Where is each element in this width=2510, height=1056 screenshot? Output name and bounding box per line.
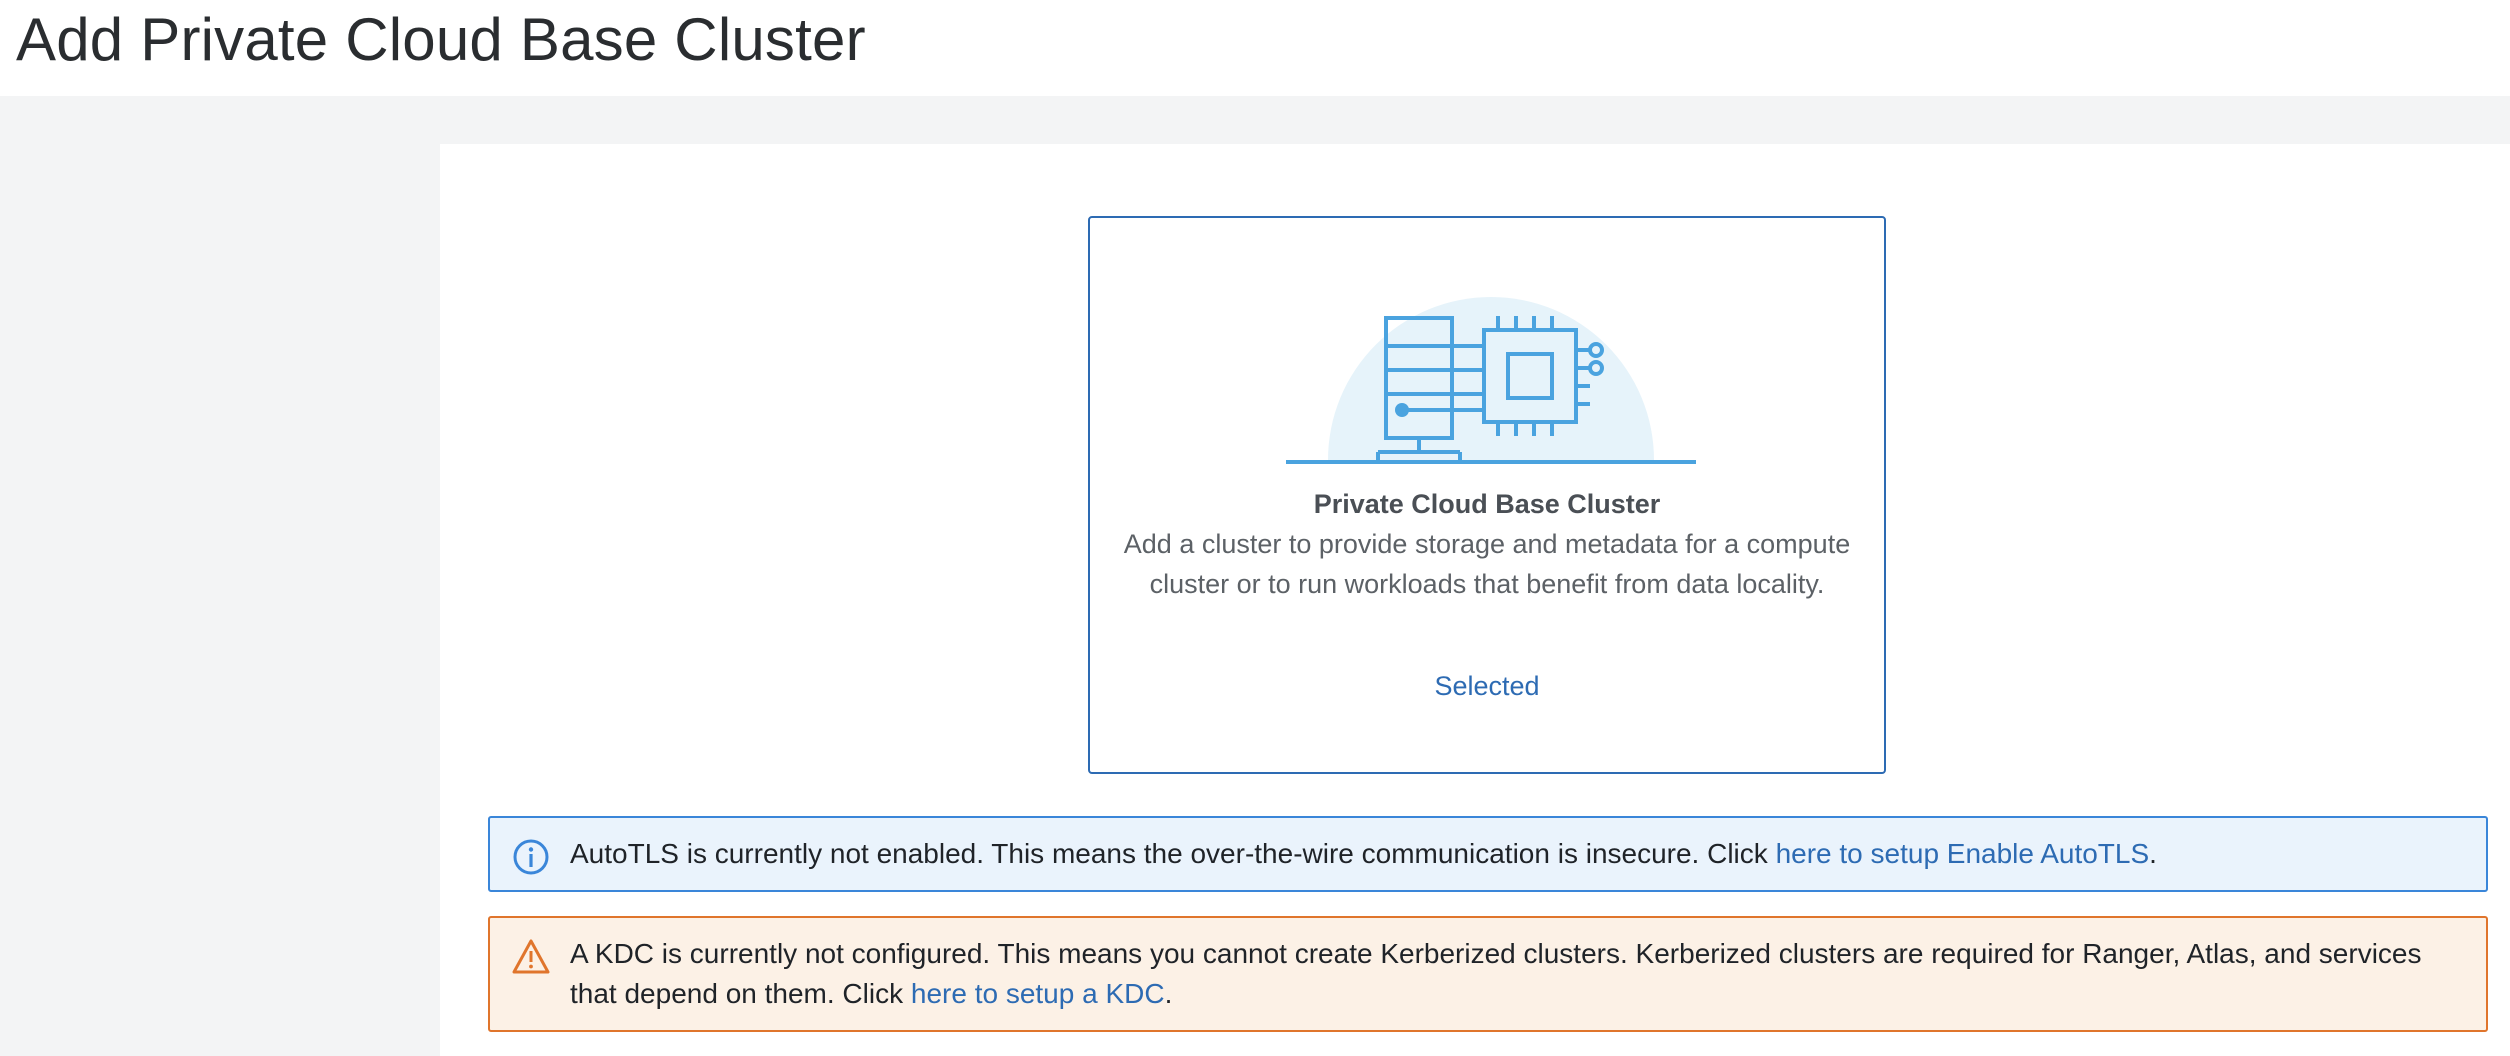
autotls-alert-suffix: . [2149, 838, 2157, 869]
page-title: Add Private Cloud Base Cluster [16, 6, 866, 73]
page-header: Add Private Cloud Base Cluster [0, 0, 2510, 96]
card-selected-status: Selected [1434, 671, 1540, 701]
warning-triangle-icon [512, 939, 550, 974]
cluster-type-card[interactable]: Private Cloud Base Cluster Add a cluster… [1088, 216, 1886, 774]
kdc-alert-message: A KDC is currently not configured. This … [570, 938, 2422, 1009]
enable-autotls-link[interactable]: here to setup Enable AutoTLS [1776, 838, 2150, 869]
sidebar [0, 96, 440, 1056]
server-and-chip-icon [1286, 297, 1696, 464]
kdc-alert-suffix: . [1164, 978, 1173, 1009]
setup-kdc-link[interactable]: here to setup a KDC [911, 978, 1165, 1009]
autotls-info-alert: AutoTLS is currently not enabled. This m… [488, 816, 2488, 892]
autotls-alert-message: AutoTLS is currently not enabled. This m… [570, 838, 1776, 869]
kdc-alert-text: A KDC is currently not configured. This … [570, 934, 2446, 1014]
info-circle-icon [513, 839, 549, 875]
card-title: Private Cloud Base Cluster [1313, 489, 1661, 519]
autotls-alert-text: AutoTLS is currently not enabled. This m… [570, 834, 2446, 874]
kdc-warning-alert: A KDC is currently not configured. This … [488, 916, 2488, 1032]
card-description: Add a cluster to provide storage and met… [1123, 529, 1851, 599]
